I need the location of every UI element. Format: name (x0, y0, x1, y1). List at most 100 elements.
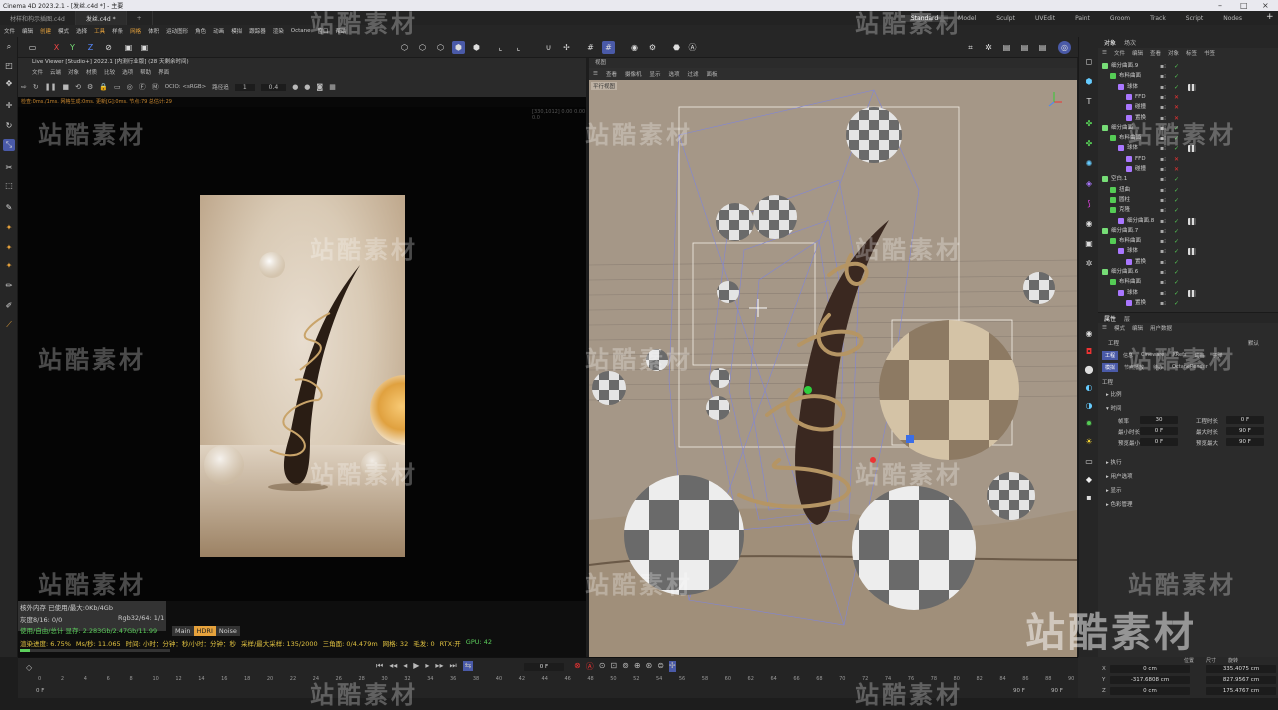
current-frame-field[interactable]: 0 F (524, 663, 564, 671)
om-menu-view[interactable]: 查看 (1150, 49, 1161, 57)
layout-sculpt[interactable]: Sculpt (986, 15, 1025, 22)
sphere-icon[interactable]: ⬢ (1083, 75, 1095, 87)
menu-mesh[interactable]: 网格 (130, 27, 141, 35)
lv-circle-icon[interactable]: ● (292, 83, 298, 91)
attr-subtab-octane[interactable]: OctaneRender (1169, 363, 1211, 372)
settings-gear-icon[interactable]: ⚙ (646, 41, 659, 54)
lv-refresh-icon[interactable]: ⟲ (75, 83, 81, 91)
object-tree-row[interactable]: 碰撞 ▪⁝ ✕ (1098, 164, 1278, 174)
knife-icon[interactable]: ✂ (3, 161, 15, 173)
file-tab[interactable]: 材样和构示插图.c4d (0, 11, 76, 25)
attr-subtab-animation[interactable]: 动画 (1191, 351, 1207, 360)
node-icon[interactable]: ✲ (982, 41, 995, 54)
object-tree-row[interactable]: 细分曲面.6 ▪⁝ ✓ (1098, 267, 1278, 277)
lv-settings-icon[interactable]: ⚙ (87, 83, 93, 91)
magnet-icon[interactable]: ∪ (542, 41, 555, 54)
octane-light-icon[interactable]: ⬤ (1083, 363, 1095, 375)
asset-icon[interactable]: Ⓐ (686, 41, 699, 54)
coord-y-pos[interactable]: -317.6808 cm (1110, 676, 1190, 684)
stats-tab-main[interactable]: Main (172, 626, 194, 636)
attr-subtab-simulation[interactable]: 模拟 (1102, 363, 1119, 372)
attr-group-display[interactable]: ▸ 显示 (1106, 486, 1122, 494)
attr-group-time[interactable]: ▾ 时间 (1106, 404, 1122, 412)
menu-spline[interactable]: 样条 (112, 27, 123, 35)
attr-min-field[interactable]: 0 F (1140, 427, 1178, 435)
object-tree-row[interactable]: 置换 ▪⁝ ✕ (1098, 113, 1278, 123)
attr-duration-field[interactable]: 0 F (1226, 416, 1264, 424)
octane-material-icon[interactable]: ◐ (1083, 381, 1095, 393)
first-frame-icon[interactable]: ⏮ (376, 661, 383, 671)
object-tree-row[interactable]: 球体 ▪⁝ ✓ (1098, 246, 1278, 256)
workplane-icon[interactable]: ◉ (628, 41, 641, 54)
object-tree-row[interactable]: 细分曲面.7 ▪⁝ ✓ (1098, 226, 1278, 236)
menu-character[interactable]: 角色 (195, 27, 206, 35)
edge-mode-icon[interactable]: ⬢ (470, 41, 483, 54)
text-icon[interactable]: T (1083, 95, 1095, 107)
object-tree-row[interactable]: FFD ▪⁝ ✕ (1098, 154, 1278, 164)
uv-mode-icon[interactable]: ⌞ (494, 41, 507, 54)
vp-menu-camera[interactable]: 摄像机 (625, 70, 642, 78)
lv-f-icon[interactable]: Ⓕ (139, 82, 146, 92)
deformer-icon[interactable]: ✺ (1083, 157, 1095, 169)
timeline-start-field[interactable]: 0 F (36, 688, 44, 694)
lv-menu-file[interactable]: 文件 (32, 68, 43, 76)
attr-subtab-cineware[interactable]: Cineware (1138, 351, 1167, 360)
object-tree-row[interactable]: 球体 ▪⁝ ✓ (1098, 82, 1278, 92)
lv-restart-icon[interactable]: ↻ (33, 83, 39, 91)
om-menu-icon[interactable]: ☰ (1102, 50, 1107, 56)
lv-lock-icon[interactable]: 🔒 (99, 83, 108, 91)
file-tab-active[interactable]: 发丝.c4d * (75, 11, 127, 25)
layout-standard[interactable]: Standard (900, 14, 949, 22)
pen-icon[interactable]: ✏ (3, 279, 15, 291)
stats-tab-noise[interactable]: Noise (215, 626, 240, 636)
python-icon[interactable]: ⌗ (964, 41, 977, 54)
menu-tracker[interactable]: 跟踪器 (249, 27, 266, 35)
timeline-ruler[interactable]: 0 2 4 6 8 10 12 14 16 18 20 22 24 26 28 30 32 34 36 38 40 42 4… (38, 676, 1074, 687)
object-tree-row[interactable]: 细分曲面 ▪⁝ ✓ (1098, 123, 1278, 133)
vp-menu-display[interactable]: 显示 (649, 70, 660, 78)
vp-menu-filter[interactable]: 过滤 (688, 70, 699, 78)
record-icon[interactable]: ⊗ (574, 661, 581, 672)
lv-send-icon[interactable]: ⇨ (21, 83, 27, 91)
solo-icon[interactable]: ⬣ (670, 41, 683, 54)
cube-icon[interactable]: ◻ (1083, 55, 1095, 67)
coord-z-pos[interactable]: 0 cm (1110, 687, 1190, 695)
scale-icon[interactable]: ⤡ (3, 139, 15, 151)
attr-menu-userdata[interactable]: 用户数据 (1150, 324, 1172, 332)
lv-stop-icon[interactable]: ■ (62, 83, 69, 91)
light-icon[interactable]: ✲ (1083, 257, 1095, 269)
menu-render[interactable]: 渲染 (273, 27, 284, 35)
world-coord-icon[interactable]: ⊘ (102, 41, 115, 54)
coord-x-pos[interactable]: 0 cm (1110, 665, 1190, 673)
lv-circle2-icon[interactable]: ● (304, 83, 310, 91)
attr-default-select[interactable]: 默认 (1248, 339, 1259, 347)
paint-icon[interactable]: ✐ (3, 299, 15, 311)
object-tree-row[interactable]: 布料曲面 ▪⁝ ✓ (1098, 277, 1278, 287)
model-mode-icon[interactable]: ⬡ (398, 41, 411, 54)
object-tree-row[interactable]: 扭曲 ▪⁝ ✓ (1098, 185, 1278, 195)
camera-icon[interactable]: ▣ (1083, 237, 1095, 249)
render-view-icon[interactable]: ▣ (122, 41, 135, 54)
menu-animate[interactable]: 动画 (213, 27, 224, 35)
menu-help[interactable]: 帮助 (336, 27, 347, 35)
object-tree-row[interactable]: 布料曲面 ▪⁝ ✓ (1098, 236, 1278, 246)
attr-group-color[interactable]: ▸ 色彩管理 (1106, 500, 1133, 508)
next-frame-icon[interactable]: ▸ (425, 661, 429, 671)
lv-camera-icon[interactable]: ◙ (316, 83, 323, 91)
attr-subtab-bullet[interactable]: 子弹 (1209, 351, 1225, 360)
render-region-icon[interactable]: ▤ (1000, 41, 1013, 54)
object-tree-row[interactable]: 空白.1 ▪⁝ ✓ (1098, 174, 1278, 184)
measure-icon[interactable]: ⟋ (3, 319, 15, 331)
om-menu-tags[interactable]: 标签 (1186, 49, 1197, 57)
live-select-icon[interactable]: ◰ (3, 59, 15, 71)
attr-subtab-todo[interactable]: 待办 (1150, 363, 1166, 372)
axis-y-icon[interactable]: Y (66, 41, 79, 54)
lv-value-field-1[interactable]: 1 (234, 83, 255, 91)
key-pos-icon[interactable]: ⊡ (610, 661, 617, 672)
lv-menu-options[interactable]: 选项 (122, 68, 133, 76)
tweak-icon[interactable]: ✢ (560, 41, 573, 54)
lv-film-icon[interactable]: ▦ (329, 83, 336, 91)
object-tree-row[interactable]: 置换 ▪⁝ ✓ (1098, 298, 1278, 308)
key-scale-icon[interactable]: ⊕ (634, 661, 641, 672)
autokey-icon[interactable]: Ⓐ (586, 661, 594, 672)
